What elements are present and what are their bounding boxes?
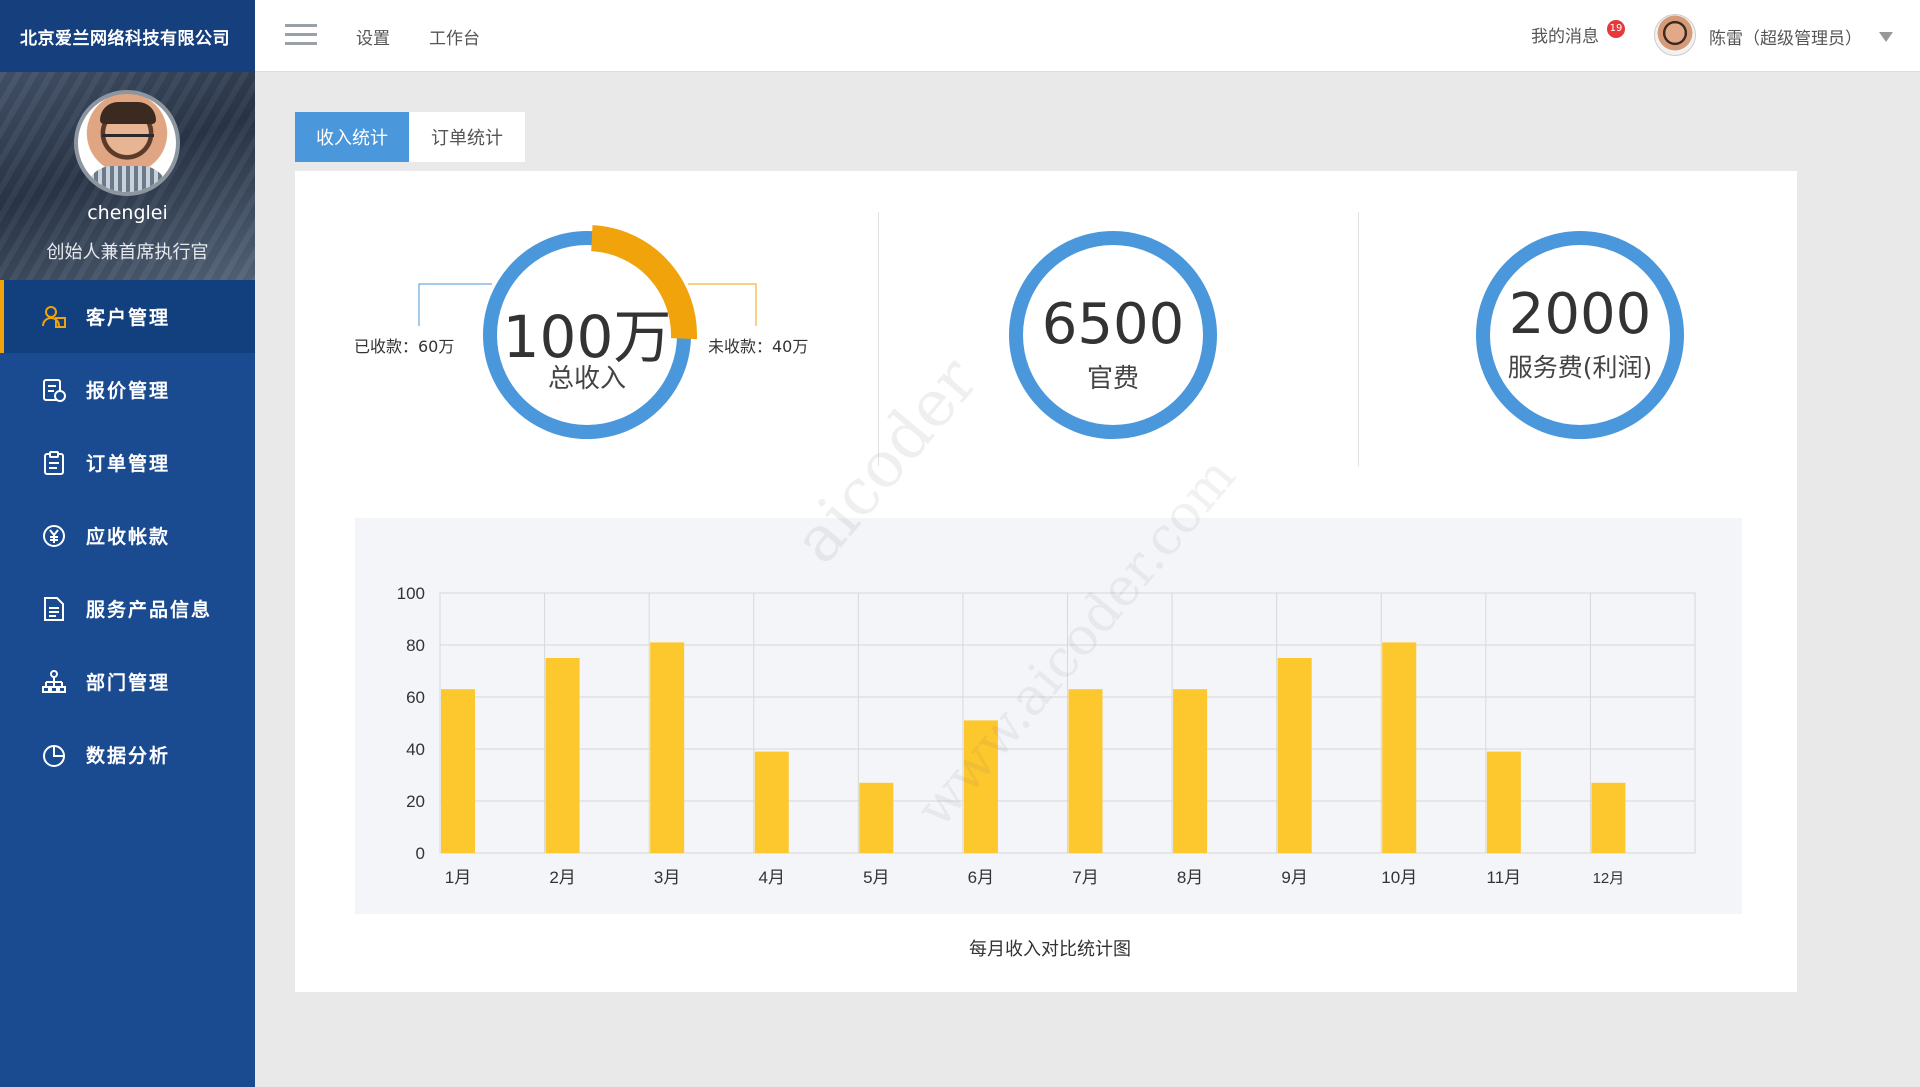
official-fee-value: 6500 [1041,292,1185,357]
bar-12月 [1591,782,1626,853]
sidebar-item-products[interactable]: 服务产品信息 [0,572,255,645]
yuan-icon [40,522,68,550]
received-label: 已收款：60万 [354,337,455,356]
bar-2月 [545,658,580,853]
x-tick-label: 12月 [1593,870,1625,887]
x-tick-label: 8月 [1177,868,1203,887]
workbench-link[interactable]: 工作台 [429,24,480,49]
sidebar: 北京爱兰网络科技有限公司 chenglei 创始人兼首席执行官 客户管理 报价管… [0,0,255,1087]
bar-7月 [1068,689,1103,853]
x-tick-label: 9月 [1281,868,1307,887]
bar-3月 [650,642,685,853]
sidebar-item-label: 客户管理 [86,307,171,329]
sidebar-item-label: 服务产品信息 [86,599,213,621]
clipboard-icon [40,449,68,477]
divider [1358,212,1359,466]
x-tick-label: 4月 [759,868,785,887]
sidebar-item-receivables[interactable]: 应收帐款 [0,499,255,572]
tab-income-stats[interactable]: 收入统计 [295,112,409,162]
total-income-label: 总收入 [547,364,626,394]
x-tick-label: 5月 [863,868,889,887]
unreceived-label: 未收款：40万 [708,337,809,356]
divider [878,212,879,466]
x-tick-label: 6月 [968,868,994,887]
bar-4月 [754,751,789,853]
chart-title: 每月收入对比统计图 [969,939,1131,960]
messages-link[interactable]: 我的消息 [1531,22,1599,47]
sidebar-item-quotes[interactable]: 报价管理 [0,353,255,426]
pie-chart-icon [40,741,68,769]
bar-6月 [963,720,998,853]
avatar[interactable] [74,90,180,196]
sidebar-item-customers[interactable]: 客户管理 [0,280,255,353]
sidebar-item-orders[interactable]: 订单管理 [0,426,255,499]
y-tick-label: 0 [416,844,425,863]
x-tick-label: 3月 [654,868,680,887]
service-fee-value: 2000 [1508,282,1652,347]
menu-toggle-icon[interactable] [285,24,317,46]
sidebar-item-analytics[interactable]: 数据分析 [0,718,255,791]
y-tick-label: 20 [406,792,425,811]
admin-name[interactable]: 陈雷（超级管理员） [1709,24,1862,49]
bar-9月 [1277,658,1312,853]
settings-link[interactable]: 设置 [356,24,390,49]
top-header: 设置 工作台 我的消息 19 陈雷（超级管理员） [255,0,1920,72]
document-icon [40,595,68,623]
username: chenglei [87,202,168,224]
admin-avatar[interactable] [1654,14,1696,56]
org-chart-icon [40,668,68,696]
sidebar-item-label: 数据分析 [86,745,171,767]
monthly-income-chart: 0 20 40 60 80 100 1月 2月 3月 4月 5月 6月 7月 8月 9月 10月 11月 12月 [397,584,1696,887]
y-tick-label: 40 [406,740,425,759]
official-fee-label: 官费 [1086,364,1139,394]
x-tick-label: 10月 [1381,868,1417,887]
sidebar-item-label: 订单管理 [86,453,171,475]
user-title: 创始人兼首席执行官 [46,242,209,263]
bar-5月 [859,782,894,853]
x-tick-label: 1月 [445,868,471,887]
bar-11月 [1486,751,1521,853]
chart-area: 0 20 40 60 80 100 1月 2月 3月 4月 5月 6月 7月 8月 9月 10月 11月 12月 [355,518,1742,914]
y-tick-label: 100 [397,584,425,603]
x-tick-label: 2月 [549,868,575,887]
y-tick-label: 80 [406,636,425,655]
service-fee-label: 服务费(利润) [1507,353,1653,382]
x-tick-label: 11月 [1487,868,1522,887]
sidebar-nav: 客户管理 报价管理 订单管理 应收帐款 服务产品信息 部门管理 数据分析 [0,280,255,791]
sidebar-item-label: 应收帐款 [86,526,171,548]
sidebar-item-label: 报价管理 [86,380,171,402]
chevron-down-icon[interactable] [1879,32,1893,42]
sidebar-item-departments[interactable]: 部门管理 [0,645,255,718]
bar-8月 [1173,689,1208,853]
bar-10月 [1382,642,1417,853]
tab-order-stats[interactable]: 订单统计 [409,112,525,162]
x-tick-label: 7月 [1072,868,1098,887]
messages-badge: 19 [1607,20,1625,38]
company-name: 北京爱兰网络科技有限公司 [0,0,255,72]
quote-icon [40,376,68,404]
customer-icon [40,303,68,331]
bar-1月 [441,689,475,853]
y-tick-label: 60 [406,688,425,707]
sidebar-item-label: 部门管理 [86,672,171,694]
